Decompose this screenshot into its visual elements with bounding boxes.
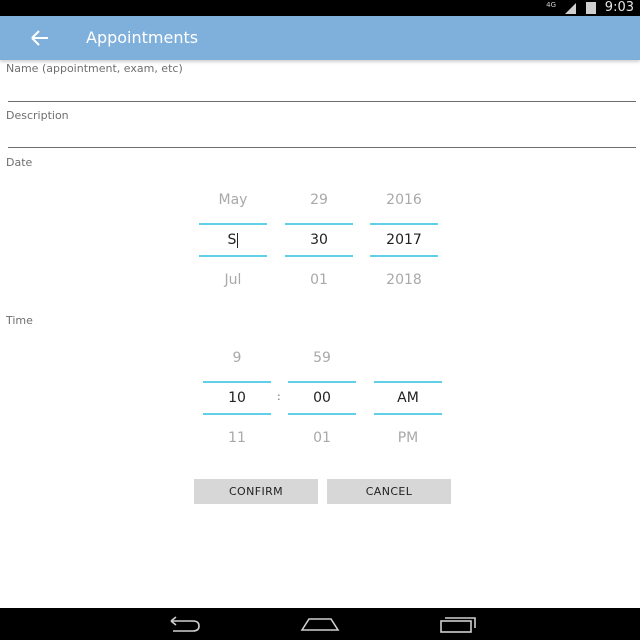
hour-picker[interactable]: 9 10 11 xyxy=(203,348,271,448)
day-picker[interactable]: 29 30 01 xyxy=(285,190,353,290)
recents-icon[interactable] xyxy=(438,614,478,634)
nav-bar xyxy=(0,608,640,640)
battery-icon xyxy=(586,2,596,14)
day-current[interactable]: 30 xyxy=(285,223,353,257)
ampm-next[interactable]: PM xyxy=(374,430,442,446)
day-next[interactable]: 01 xyxy=(285,272,353,288)
description-field[interactable] xyxy=(8,125,636,148)
month-current-value: S xyxy=(227,232,237,248)
hour-current[interactable]: 10 xyxy=(203,381,271,415)
status-time: 9:03 xyxy=(604,0,634,15)
month-picker[interactable]: May S Jul xyxy=(199,190,267,290)
description-label: Description xyxy=(6,109,69,122)
back-icon[interactable] xyxy=(165,614,203,634)
cancel-button[interactable]: CANCEL xyxy=(327,479,451,504)
time-separator: : xyxy=(277,390,281,403)
home-icon[interactable] xyxy=(300,614,340,634)
year-current[interactable]: 2017 xyxy=(370,223,438,257)
time-label: Time xyxy=(6,314,33,327)
month-current[interactable]: S xyxy=(199,223,267,257)
year-next[interactable]: 2018 xyxy=(370,272,438,288)
hour-prev[interactable]: 9 xyxy=(203,350,271,366)
status-bar: 4G 9:03 xyxy=(0,0,640,16)
name-label: Name (appointment, exam, etc) xyxy=(6,62,183,75)
minute-next[interactable]: 01 xyxy=(288,430,356,446)
ampm-current[interactable]: AM xyxy=(374,381,442,415)
network-type: 4G xyxy=(546,1,556,9)
arrow-left-icon[interactable] xyxy=(28,24,52,52)
month-prev[interactable]: May xyxy=(199,192,267,208)
minute-picker[interactable]: 59 00 01 xyxy=(288,348,356,448)
month-next[interactable]: Jul xyxy=(199,272,267,288)
day-prev[interactable]: 29 xyxy=(285,192,353,208)
signal-icon xyxy=(565,3,576,14)
year-prev[interactable]: 2016 xyxy=(370,192,438,208)
app-bar: Appointments xyxy=(0,16,640,60)
date-label: Date xyxy=(6,156,33,169)
confirm-button[interactable]: CONFIRM xyxy=(194,479,318,504)
text-cursor xyxy=(237,232,239,248)
hour-next[interactable]: 11 xyxy=(203,430,271,446)
minute-current[interactable]: 00 xyxy=(288,381,356,415)
page-title: Appointments xyxy=(86,28,199,47)
ampm-picker[interactable]: AM PM xyxy=(374,348,442,448)
year-picker[interactable]: 2016 2017 2018 xyxy=(370,190,438,290)
minute-prev[interactable]: 59 xyxy=(288,350,356,366)
name-field[interactable] xyxy=(8,79,636,102)
